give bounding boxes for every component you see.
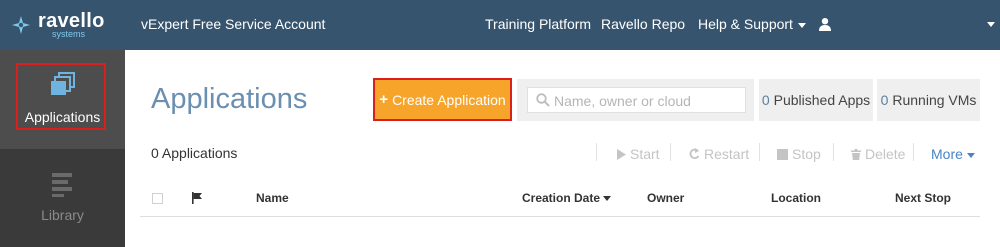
column-header-next-stop[interactable]: Next Stop [895, 191, 951, 205]
user-icon[interactable] [818, 17, 832, 31]
search-box [527, 87, 746, 113]
stop-label: Stop [792, 146, 821, 162]
applications-icon [51, 72, 75, 95]
more-label: More [931, 146, 963, 162]
sidebar: Applications Library [0, 50, 125, 247]
delete-button[interactable]: Delete [851, 146, 905, 162]
create-application-label: Create Application [392, 91, 506, 108]
toolbar-divider [759, 143, 760, 161]
applications-table-header: Name Creation Date Owner Location Next S… [140, 180, 980, 217]
trash-icon [851, 148, 861, 160]
sidebar-item-applications[interactable]: Applications [0, 50, 125, 149]
more-dropdown-button[interactable]: More [931, 146, 975, 162]
play-icon [617, 148, 626, 160]
restart-button[interactable]: Restart [689, 146, 749, 162]
chevron-down-icon [797, 22, 806, 28]
ravello-logo-icon [12, 16, 30, 34]
account-name[interactable]: vExpert Free Service Account [141, 16, 325, 32]
running-vms-counter[interactable]: 0 Running VMs [877, 79, 980, 121]
chevron-down-icon [966, 152, 975, 158]
column-header-owner[interactable]: Owner [647, 191, 684, 205]
user-menu-chevron-icon[interactable] [987, 22, 995, 27]
delete-label: Delete [865, 146, 906, 162]
column-header-location[interactable]: Location [771, 191, 821, 205]
stop-icon [777, 148, 788, 160]
nav-help-support-label: Help & Support [698, 16, 793, 32]
restart-label: Restart [704, 146, 750, 162]
top-navigation-bar: ravello systems vExpert Free Service Acc… [0, 0, 1000, 50]
select-all-checkbox[interactable] [152, 193, 163, 204]
running-vms-count: 0 [880, 92, 889, 108]
sidebar-item-label: Library [41, 207, 84, 223]
sidebar-item-label: Applications [24, 109, 101, 125]
published-apps-count: 0 [761, 92, 770, 108]
published-apps-counter[interactable]: 0 Published Apps [759, 79, 873, 121]
toolbar-divider [833, 143, 834, 161]
applications-count: 0 Applications [151, 145, 238, 161]
column-header-name[interactable]: Name [256, 191, 289, 205]
column-header-creation-date-label: Creation Date [522, 191, 601, 205]
restart-icon [689, 148, 700, 160]
search-input[interactable] [552, 91, 746, 111]
logo-wordmark: ravello [38, 10, 105, 32]
nav-ravello-repo[interactable]: Ravello Repo [601, 16, 685, 32]
sort-descending-icon [603, 196, 612, 202]
toolbar-divider [596, 143, 597, 161]
nav-training-platform[interactable]: Training Platform [485, 16, 591, 32]
ravello-logo[interactable]: ravello systems [10, 7, 105, 43]
search-icon [536, 93, 550, 107]
column-header-creation-date[interactable]: Creation Date [522, 191, 612, 205]
library-icon [52, 173, 72, 197]
toolbar-divider [913, 143, 914, 161]
search-container [517, 79, 754, 121]
sidebar-item-library[interactable]: Library [0, 149, 125, 247]
stop-button[interactable]: Stop [777, 146, 821, 162]
published-apps-label: Published Apps [773, 92, 871, 108]
create-application-button[interactable]: + Create Application [373, 78, 512, 121]
start-button[interactable]: Start [616, 146, 660, 162]
logo-subtitle: systems [52, 29, 86, 39]
flag-icon[interactable] [191, 192, 203, 204]
running-vms-label: Running VMs [892, 92, 977, 108]
page-title: Applications [151, 83, 308, 115]
nav-help-support[interactable]: Help & Support [698, 16, 806, 32]
toolbar-divider [670, 143, 671, 161]
plus-icon: + [379, 91, 389, 108]
start-label: Start [630, 146, 660, 162]
